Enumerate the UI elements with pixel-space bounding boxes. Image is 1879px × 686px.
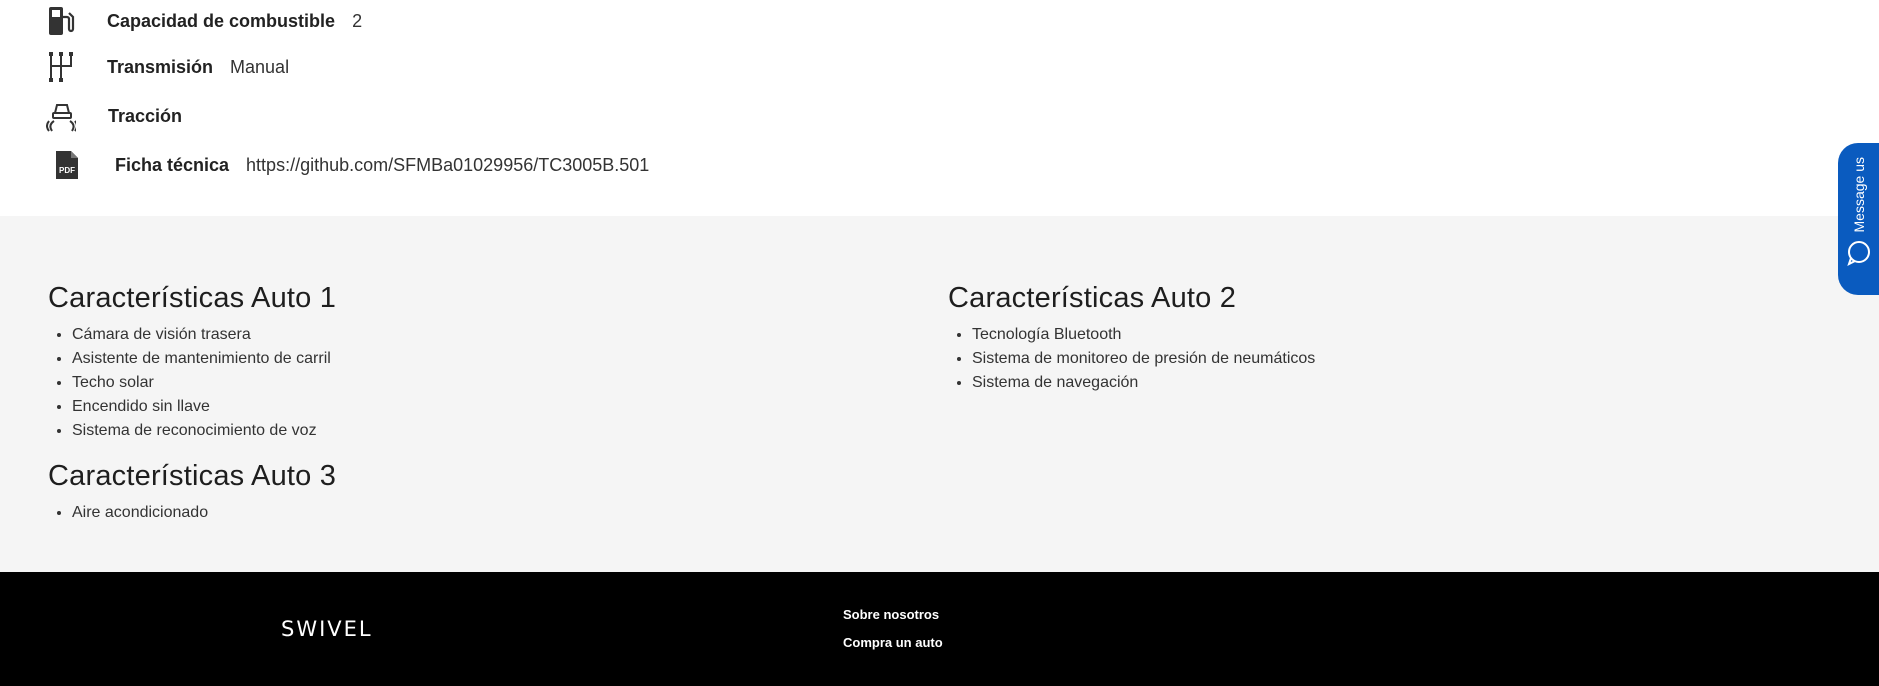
spec-value: Manual	[230, 56, 290, 77]
spec-row-datasheet: PDF Ficha técnica https://github.com/SFM…	[46, 148, 649, 182]
list-item: Cámara de visión trasera	[72, 323, 336, 347]
list-item: Techo solar	[72, 371, 336, 395]
list-item: Sistema de monitoreo de presión de neumá…	[972, 347, 1315, 371]
features-title: Características Auto 2	[948, 282, 1237, 314]
spec-label: Capacidad de combustible	[107, 10, 336, 31]
spec-row-transmission: Transmisión Manual	[46, 50, 289, 84]
pdf-icon-text: PDF	[59, 166, 75, 175]
list-item: Sistema de navegación	[972, 371, 1315, 395]
list-item: Aire acondicionado	[72, 501, 336, 525]
spec-row-traction: Tracción	[46, 99, 199, 133]
spec-label: Ficha técnica	[115, 154, 230, 175]
message-us-button[interactable]: Message us	[1838, 143, 1879, 295]
datasheet-link[interactable]: https://github.com/SFMBa01029956/TC3005B…	[246, 155, 649, 176]
features-title: Características Auto 1	[48, 282, 337, 314]
features-section: Características Auto 1 Cámara de visión …	[0, 216, 1879, 572]
spec-row-fuel-capacity: Capacidad de combustible 2	[46, 4, 362, 38]
features-auto-3: Características Auto 3 Aire acondicionad…	[48, 460, 336, 525]
features-auto-2: Características Auto 2 Tecnología Blueto…	[948, 282, 1315, 395]
list-item: Sistema de reconocimiento de voz	[72, 419, 336, 443]
specifications-section: Capacidad de combustible 2 Transmisión M…	[0, 0, 1879, 216]
features-list: Aire acondicionado	[48, 501, 336, 525]
footer: SWIVEL Sobre nosotros Compra un auto	[0, 572, 1879, 686]
list-item: Asistente de mantenimiento de carril	[72, 347, 336, 371]
footer-link-about[interactable]: Sobre nosotros	[843, 607, 939, 622]
features-list: Cámara de visión trasera Asistente de ma…	[48, 323, 336, 443]
list-item: Encendido sin llave	[72, 395, 336, 419]
swivel-logo[interactable]: SWIVEL	[281, 617, 373, 641]
gear-shift-icon	[46, 50, 76, 84]
spec-label: Transmisión	[107, 56, 214, 77]
chat-bubble-icon	[1846, 240, 1872, 271]
features-title: Características Auto 3	[48, 460, 337, 492]
spec-value: 2	[352, 10, 363, 31]
list-item: Tecnología Bluetooth	[972, 323, 1315, 347]
footer-link-buy-car[interactable]: Compra un auto	[843, 635, 943, 650]
traction-control-icon	[46, 99, 76, 133]
pdf-file-icon: PDF	[52, 148, 82, 182]
spec-label: Tracción	[108, 105, 183, 126]
features-auto-1: Características Auto 1 Cámara de visión …	[48, 282, 336, 443]
fuel-pump-icon	[46, 4, 76, 38]
features-list: Tecnología Bluetooth Sistema de monitore…	[948, 323, 1315, 395]
message-us-label: Message us	[1850, 157, 1867, 233]
